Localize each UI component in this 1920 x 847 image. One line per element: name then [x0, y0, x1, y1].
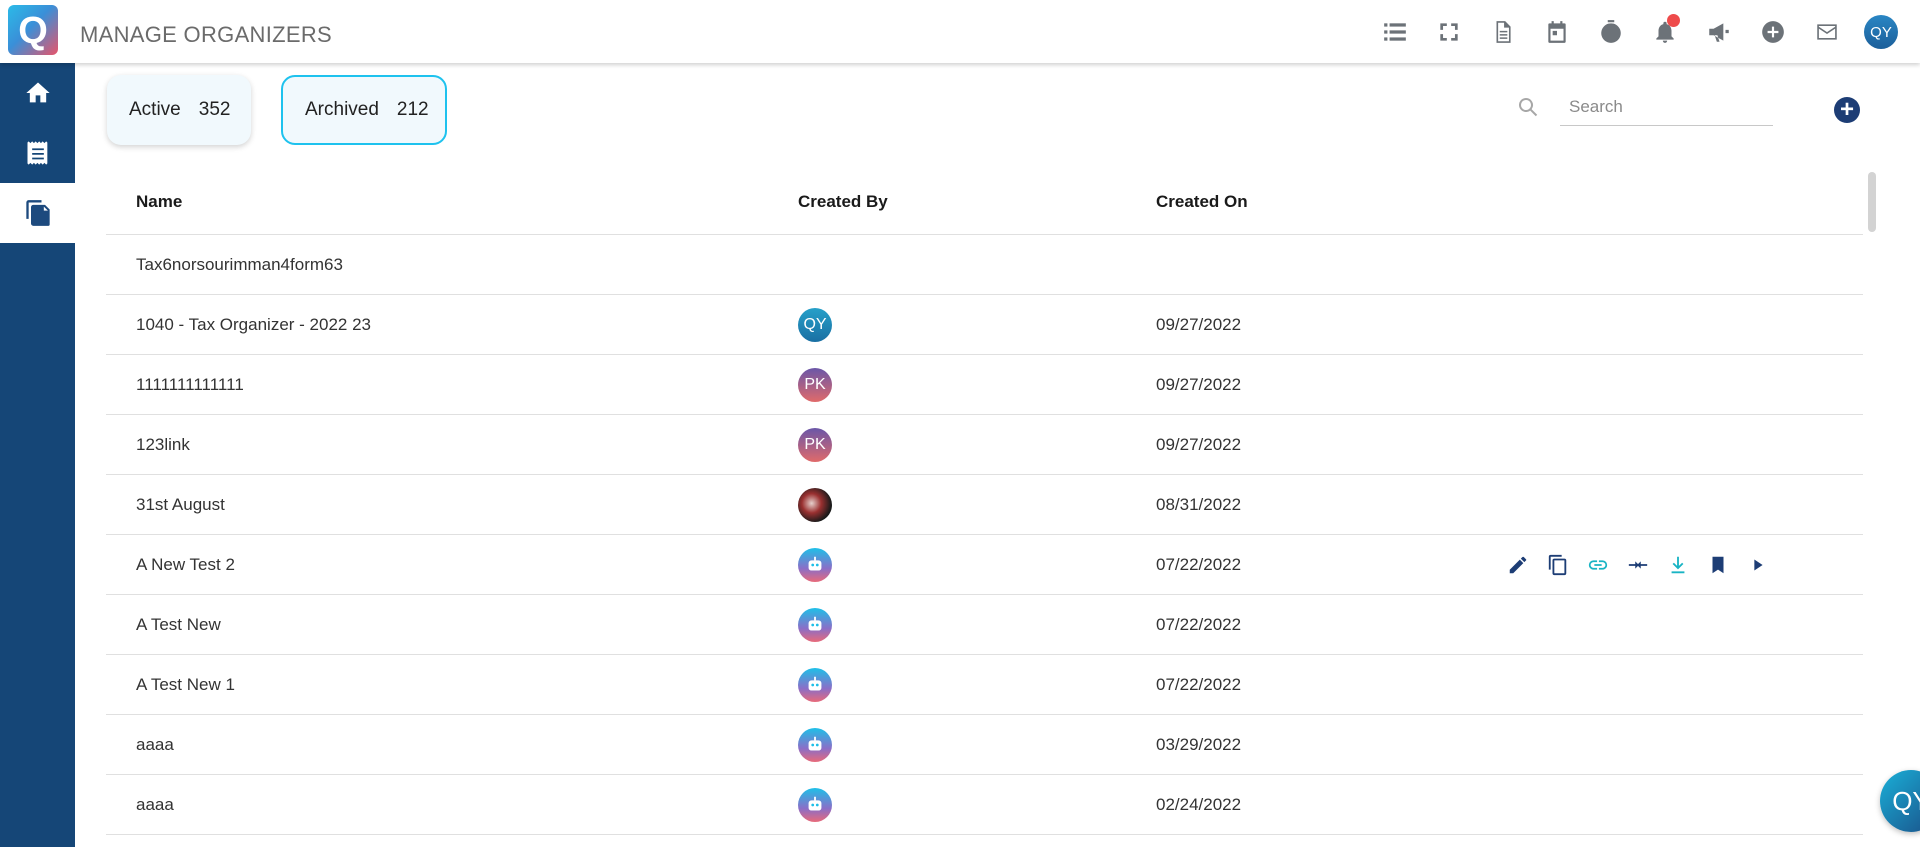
active-filter-count: 352 — [198, 99, 231, 120]
sidebar-item-home[interactable] — [0, 63, 75, 123]
created-on: 02/24/2022 — [1156, 794, 1242, 814]
robot-icon — [808, 736, 822, 750]
page-title: MANAGE ORGANIZERS — [80, 22, 333, 47]
bookmark-icon[interactable] — [1706, 553, 1730, 577]
organizer-name: aaaa — [136, 794, 174, 814]
creator-avatar: PK — [798, 427, 832, 462]
copy-files-icon — [25, 200, 50, 226]
organizer-name: 1040 - Tax Organizer - 2022 23 — [136, 314, 371, 334]
add-organizer-button[interactable]: + — [1834, 97, 1860, 123]
organizer-name: 1111111111111 — [136, 374, 244, 394]
merge-icon[interactable] — [1626, 553, 1650, 577]
active-filter-button[interactable]: Active 352 — [107, 75, 251, 145]
top-bar: Q MANAGE ORGANIZERS QY — [0, 0, 1920, 63]
creator-avatar-bot — [798, 787, 832, 822]
organizer-name: 31st August — [136, 494, 225, 514]
logo-letter: Q — [18, 10, 48, 52]
table-row[interactable]: aaaa 02/24/2022 — [106, 775, 1863, 835]
download-icon[interactable] — [1666, 553, 1690, 577]
link-icon[interactable] — [1586, 553, 1610, 577]
creator-avatar-bot — [798, 727, 832, 762]
created-on: 09/27/2022 — [1156, 374, 1242, 394]
sidebar-item-receipt[interactable] — [0, 123, 75, 183]
created-on: 08/31/2022 — [1156, 494, 1242, 514]
home-icon — [25, 82, 50, 103]
bell-icon[interactable] — [1644, 12, 1686, 52]
edit-icon[interactable] — [1506, 553, 1530, 577]
search-icon[interactable] — [1516, 95, 1540, 119]
organizer-name: A Test New — [136, 614, 221, 634]
creator-avatar-bot — [798, 667, 832, 702]
copy-icon[interactable] — [1546, 553, 1570, 577]
user-avatar-button[interactable]: QY — [1860, 12, 1902, 52]
archived-filter-button[interactable]: Archived 212 — [281, 75, 447, 145]
table-row[interactable]: A New Test 2 07/22/2022 — [106, 535, 1863, 595]
robot-icon — [808, 796, 822, 810]
created-on: 03/29/2022 — [1156, 734, 1242, 754]
play-icon[interactable] — [1746, 553, 1770, 577]
column-header-name[interactable]: Name — [136, 192, 182, 212]
created-on: 07/22/2022 — [1156, 674, 1242, 694]
document-icon[interactable] — [1482, 12, 1524, 52]
active-filter-label: Active — [129, 99, 181, 120]
creator-avatar-bot — [798, 547, 832, 582]
created-on: 09/27/2022 — [1156, 314, 1242, 334]
table-scrollbar[interactable] — [1868, 172, 1876, 232]
list-icon[interactable] — [1374, 12, 1416, 52]
created-on: 07/22/2022 — [1156, 614, 1242, 634]
table-row[interactable]: A Test New 1 07/22/2022 — [106, 655, 1863, 715]
receipt-icon — [27, 141, 47, 165]
organizer-name: 123link — [136, 434, 190, 454]
row-actions — [1506, 553, 1786, 577]
creator-avatar: PK — [798, 367, 832, 402]
organizer-name: aaaa — [136, 734, 174, 754]
top-icon-bar: QY — [1362, 12, 1902, 52]
table-row[interactable]: aaaa 03/29/2022 — [106, 715, 1863, 775]
column-header-created-by[interactable]: Created By — [798, 192, 888, 212]
organizer-name: Tax6norsourimman4form63 — [136, 254, 343, 274]
timer-icon[interactable] — [1590, 12, 1632, 52]
notification-dot — [1667, 14, 1680, 27]
robot-icon — [808, 676, 822, 690]
table-row[interactable]: 1111111111111 PK 09/27/2022 — [106, 355, 1863, 415]
table-row[interactable]: 123link PK 09/27/2022 — [106, 415, 1863, 475]
plus-icon: + — [1839, 96, 1854, 123]
add-circle-icon[interactable] — [1752, 12, 1794, 52]
organizer-name: A Test New 1 — [136, 674, 235, 694]
floating-chat-avatar[interactable]: QY — [1880, 770, 1920, 832]
creator-avatar-photo — [798, 487, 832, 522]
column-header-created-on[interactable]: Created On — [1156, 192, 1248, 212]
calendar-icon[interactable] — [1536, 12, 1578, 52]
table-header: Name Created By Created On — [106, 170, 1863, 235]
fullscreen-icon[interactable] — [1428, 12, 1470, 52]
sidebar-item-organizers[interactable] — [0, 183, 75, 243]
app-logo[interactable]: Q — [8, 5, 58, 55]
created-on: 07/22/2022 — [1156, 554, 1242, 574]
created-on: 09/27/2022 — [1156, 434, 1242, 454]
megaphone-icon[interactable] — [1698, 12, 1740, 52]
search-input[interactable] — [1560, 88, 1773, 126]
user-avatar: QY — [1864, 15, 1898, 49]
sidebar — [0, 63, 75, 847]
robot-icon — [808, 616, 822, 630]
organizers-table: Name Created By Created On Tax6norsourim… — [106, 170, 1863, 835]
archived-filter-count: 212 — [396, 99, 429, 120]
robot-icon — [808, 556, 822, 570]
mail-icon[interactable] — [1806, 12, 1848, 52]
organizer-name: A New Test 2 — [136, 554, 235, 574]
table-row[interactable]: 31st August 08/31/2022 — [106, 475, 1863, 535]
archived-filter-label: Archived — [305, 99, 379, 120]
creator-avatar: QY — [798, 307, 832, 342]
table-row[interactable]: 1040 - Tax Organizer - 2022 23 QY 09/27/… — [106, 295, 1863, 355]
creator-avatar-bot — [798, 607, 832, 642]
table-row[interactable]: A Test New 07/22/2022 — [106, 595, 1863, 655]
table-row[interactable]: Tax6norsourimman4form63 — [106, 235, 1863, 295]
